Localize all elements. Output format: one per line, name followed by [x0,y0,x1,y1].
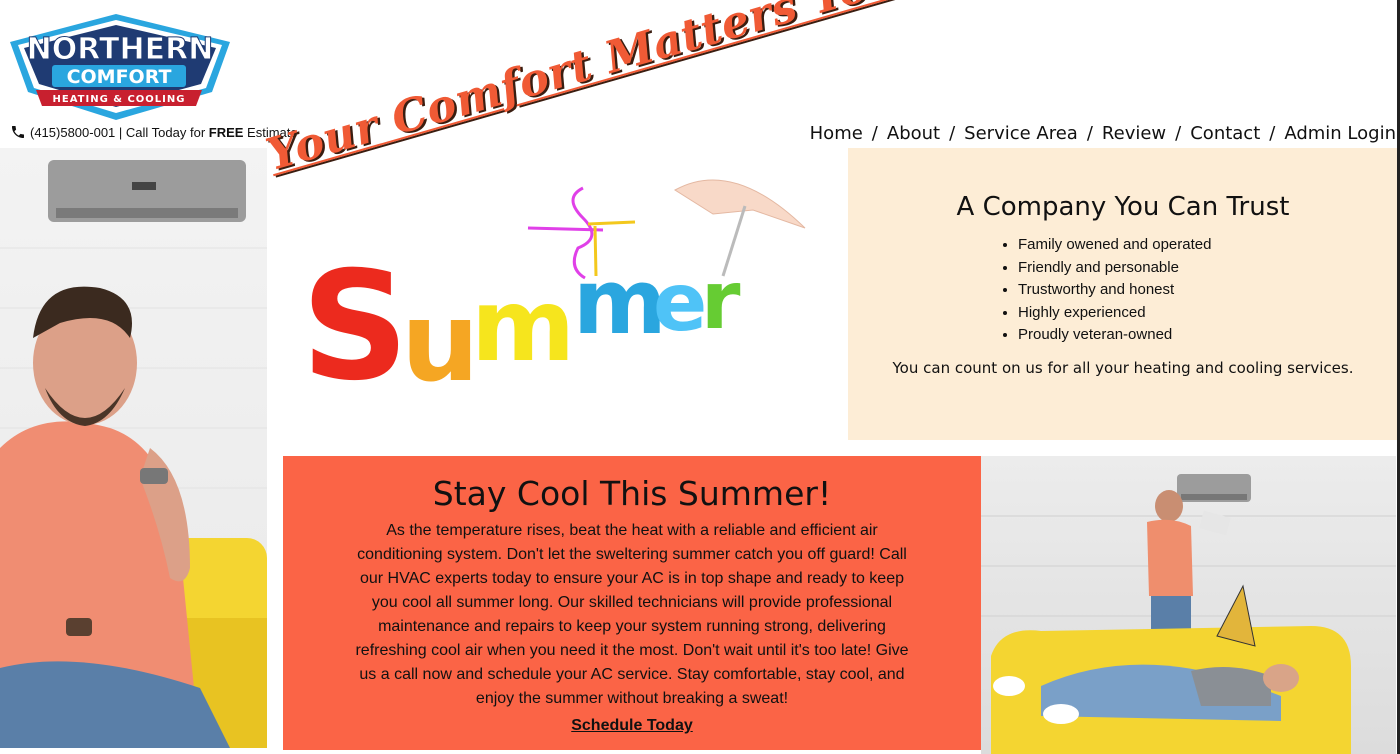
logo-tagline: HEATING & COOLING [53,94,186,105]
trust-bullet: Highly experienced [1018,302,1248,325]
couple-photo [981,456,1396,754]
logo-line1: NORTHERN [27,32,214,67]
trust-list: Family owened and operated Friendly and … [998,234,1248,347]
call-text-pre: | Call Today for [115,124,209,140]
nav-separator: / [949,123,956,144]
call-text-free: FREE [208,124,244,140]
promo-title: Stay Cool This Summer! [432,474,832,513]
promo-body: As the temperature rises, beat the heat … [355,522,909,707]
trust-bullet: Family owened and operated [1018,234,1248,257]
trust-section: A Company You Can Trust Family owened an… [848,148,1398,440]
nav-admin-login[interactable]: Admin Login [1284,123,1396,144]
trust-bullet: Friendly and personable [1018,257,1248,280]
company-logo[interactable]: NORTHERN COMFORT HEATING & COOLING [6,12,234,122]
hero-photo-man [0,148,267,748]
summer-letter-s: S [301,240,409,414]
svg-text:r: r [701,254,741,347]
nav-about[interactable]: About [887,123,940,144]
nav-home[interactable]: Home [810,123,863,144]
nav-service-area[interactable]: Service Area [964,123,1078,144]
nav-separator: / [1175,123,1182,144]
phone-number[interactable]: (415)5800-001 [30,125,115,140]
main-nav: Home / About / Service Area / Review / C… [810,123,1396,144]
promo-section: Stay Cool This Summer! As the temperatur… [283,456,981,750]
nav-separator: / [871,123,878,144]
svg-text:u: u [401,278,479,406]
trust-note: You can count on us for all your heating… [892,358,1354,377]
trust-title: A Company You Can Trust [956,192,1290,222]
logo-line2: COMFORT [67,66,172,88]
svg-text:m: m [471,267,575,384]
nav-separator: / [1086,123,1093,144]
trust-bullet: Proudly veteran-owned [1018,324,1248,347]
phone-icon [10,124,26,140]
phone-line: (415)5800-001 | Call Today for FREE Esti… [10,124,298,140]
nav-contact[interactable]: Contact [1190,123,1260,144]
svg-text:e: e [653,256,707,349]
nav-review[interactable]: Review [1102,123,1166,144]
trust-bullet: Trustworthy and honest [1018,279,1248,302]
summer-graphic: S u m m e r [283,148,831,444]
air-conditioner-icon [1177,474,1251,502]
air-conditioner-icon [48,160,246,222]
schedule-today-link[interactable]: Schedule Today [571,717,693,735]
nav-separator: / [1269,123,1276,144]
